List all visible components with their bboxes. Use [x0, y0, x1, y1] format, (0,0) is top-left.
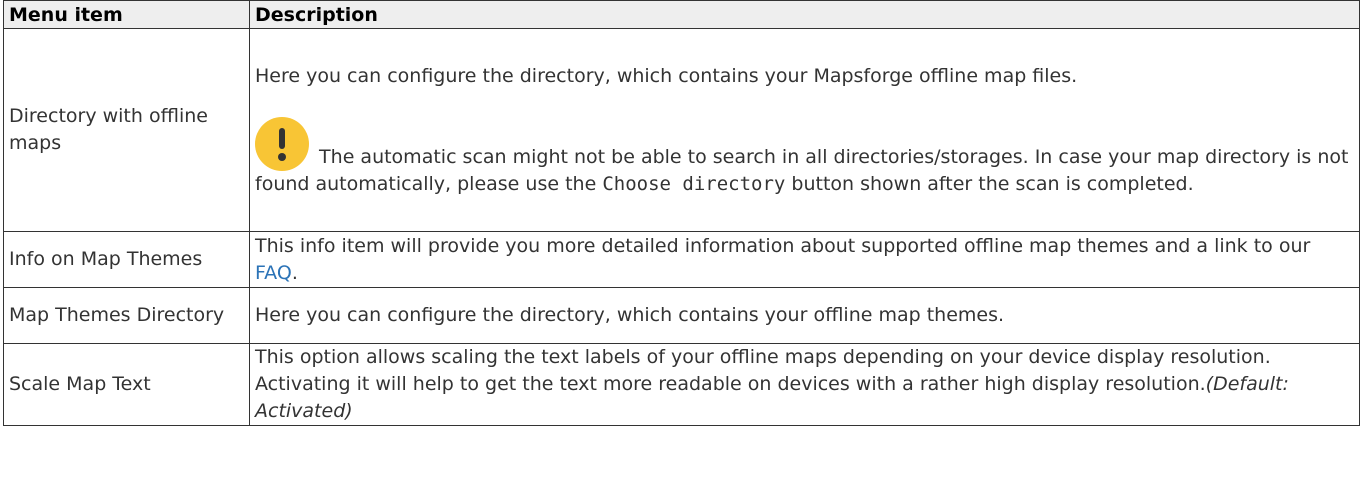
exclamation-icon [255, 116, 309, 171]
directory-description: Here you can configure the directory, wh… [255, 64, 1078, 87]
description-scale-text: This option allows scaling the text labe… [249, 343, 1360, 426]
faq-link[interactable]: FAQ [255, 262, 292, 284]
scale-text-description: This option allows scaling the text labe… [255, 346, 1271, 395]
description-directory: Here you can configure the directory, wh… [249, 28, 1360, 232]
table-header-row: Menu item Description [3, 0, 1360, 29]
table-row-directory: Directory with offline maps Here you can… [3, 28, 1360, 232]
table-row-info-themes: Info on Map Themes This info item will p… [3, 231, 1360, 288]
menu-item-info-themes: Info on Map Themes [3, 231, 250, 288]
directory-note: The automatic scan might not be able to … [255, 116, 1354, 198]
info-themes-period: . [291, 261, 298, 284]
menu-items-table: Menu item Description Directory with off… [3, 0, 1360, 426]
menu-item-scale-text: Scale Map Text [3, 343, 250, 426]
choose-directory-code: Choose directory [602, 172, 786, 195]
header-menu-item: Menu item [3, 0, 250, 29]
menu-item-directory: Directory with offline maps [3, 28, 250, 232]
header-description: Description [249, 0, 1360, 29]
menu-item-themes-directory: Map Themes Directory [3, 287, 250, 344]
table-row-scale-text: Scale Map Text This option allows scalin… [3, 343, 1360, 426]
table-row-themes-directory: Map Themes Directory Here you can config… [3, 287, 1360, 344]
description-themes-directory: Here you can configure the directory, wh… [249, 287, 1360, 344]
note-text-after: button shown after the scan is completed… [791, 172, 1194, 195]
info-themes-description: This info item will provide you more det… [255, 234, 1311, 257]
description-info-themes: This info item will provide you more det… [249, 231, 1360, 288]
